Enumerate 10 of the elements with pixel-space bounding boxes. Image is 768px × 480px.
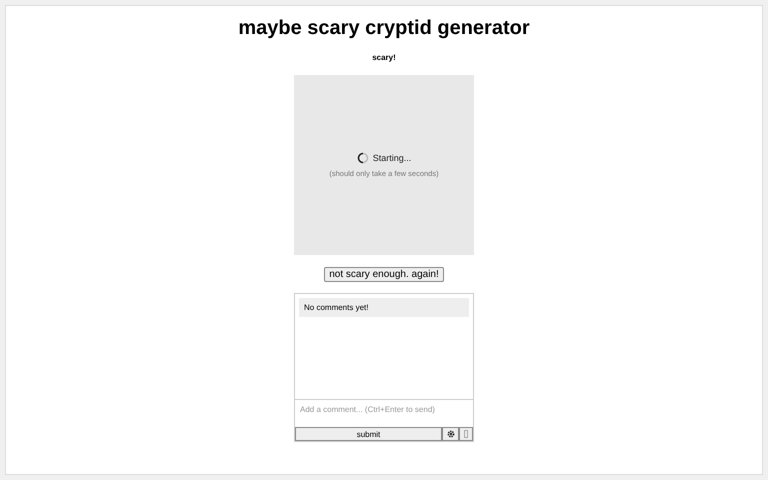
loading-status: Starting...: [372, 153, 412, 163]
subtitle: scary!: [372, 53, 396, 62]
settings-button[interactable]: [442, 427, 459, 441]
box-icon: [464, 430, 468, 438]
page-title: maybe scary cryptid generator: [238, 17, 530, 40]
submit-button[interactable]: submit: [295, 427, 442, 441]
settings-icon: [446, 430, 454, 438]
empty-comments-message: No comments yet!: [299, 298, 469, 317]
regenerate-button[interactable]: not scary enough. again!: [324, 267, 444, 282]
spinner-icon: [356, 152, 369, 164]
